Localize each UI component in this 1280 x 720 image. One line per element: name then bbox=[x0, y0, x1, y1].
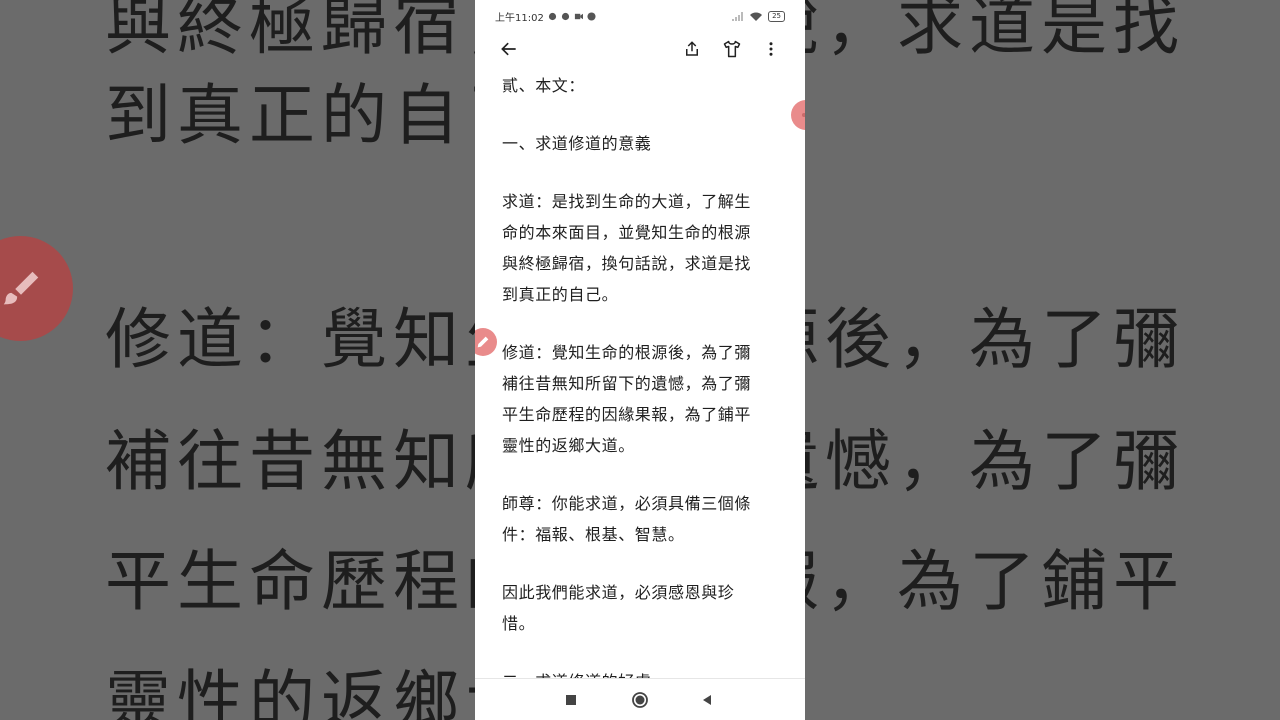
video-icon bbox=[574, 13, 583, 19]
arrow-left-icon bbox=[501, 42, 516, 56]
background-brush-icon bbox=[0, 236, 73, 341]
paragraph: 師尊：你能求道，必須具備三個條 件：福報、根基、智慧。 bbox=[502, 494, 752, 544]
messenger-icon bbox=[561, 12, 569, 20]
signal-icon bbox=[732, 11, 744, 21]
status-time: 上午11:02 bbox=[495, 12, 544, 24]
more-vert-icon bbox=[769, 42, 773, 56]
nav-back-button[interactable] bbox=[696, 689, 718, 711]
recents-button[interactable] bbox=[560, 689, 582, 711]
status-bar: 上午11:02 25 bbox=[475, 0, 805, 32]
share-icon bbox=[686, 41, 698, 56]
home-button[interactable] bbox=[629, 689, 651, 711]
paragraph: 求道：是找到生命的大道，了解生 命的本來面目，並覺知生命的根源 與終極歸宿，換句… bbox=[502, 192, 752, 304]
paragraph: 因此我們能求道，必須感恩與珍 惜。 bbox=[502, 583, 735, 633]
wifi-icon bbox=[750, 12, 763, 21]
article-content: 貳、本文： 一、求道修道的意義 求道：是找到生命的大道，了解生 命的本來面目，並… bbox=[502, 70, 782, 678]
share-button[interactable] bbox=[679, 36, 705, 62]
shirt-icon bbox=[723, 40, 741, 58]
dot-icon bbox=[802, 113, 805, 117]
floating-ball-right[interactable] bbox=[791, 100, 805, 130]
triangle-back-icon bbox=[703, 695, 711, 705]
paragraph: 貳、本文： bbox=[502, 76, 586, 95]
app-icon bbox=[587, 11, 596, 21]
paragraph: 一、求道修道的意義 bbox=[502, 134, 652, 153]
paragraph: 二、求道修道的好處 bbox=[502, 666, 782, 678]
brush-icon bbox=[3, 271, 38, 304]
more-button[interactable] bbox=[758, 36, 784, 62]
phone-screen: 上午11:02 25 貳、本文： 一、求道修道的意義 求道：是找到生命的大道，了… bbox=[475, 0, 805, 720]
battery-icon: 25 bbox=[768, 10, 785, 22]
edit-fab-left[interactable] bbox=[475, 328, 497, 356]
navigation-bar bbox=[475, 678, 805, 720]
paragraph: 修道：覺知生命的根源後，為了彌 補往昔無知所留下的遺憾，為了彌 平生命歷程的因緣… bbox=[502, 343, 752, 455]
toolbar bbox=[475, 32, 805, 66]
pencil-icon bbox=[477, 336, 489, 348]
square-icon bbox=[566, 695, 576, 705]
chat-icon bbox=[548, 12, 556, 20]
theme-button[interactable] bbox=[719, 36, 745, 62]
back-button[interactable] bbox=[496, 36, 522, 62]
circle-icon bbox=[632, 692, 648, 708]
